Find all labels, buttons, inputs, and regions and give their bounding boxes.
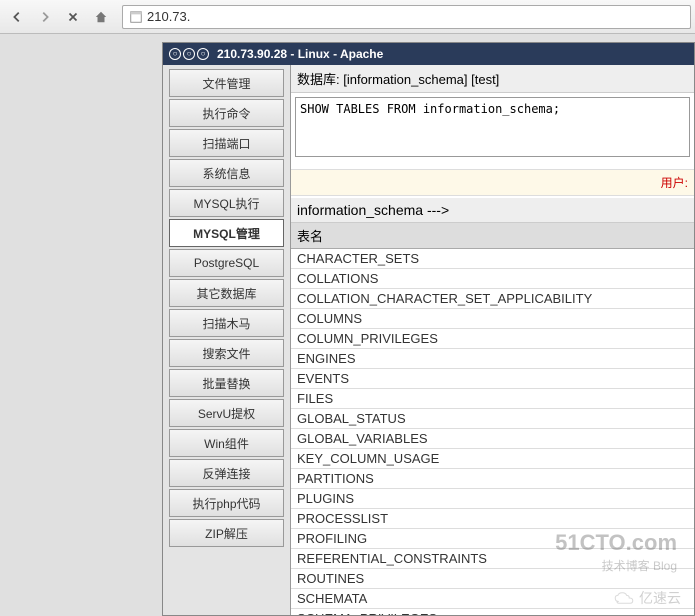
sidebar-item-4[interactable]: MYSQL执行	[169, 189, 284, 217]
table-row[interactable]: CHARACTER_SETS	[291, 249, 694, 269]
forward-button[interactable]	[32, 5, 58, 29]
url-bar[interactable]: 210.73.	[122, 5, 691, 29]
sidebar-item-6[interactable]: PostgreSQL	[169, 249, 284, 277]
table-row[interactable]: PLUGINS	[291, 489, 694, 509]
watermark-51cto: 51CTO.com	[555, 530, 677, 556]
table-row[interactable]: EVENTS	[291, 369, 694, 389]
table-row[interactable]: COLLATION_CHARACTER_SET_APPLICABILITY	[291, 289, 694, 309]
database-header: 数据库: [information_schema] [test]	[291, 65, 694, 93]
schema-header: information_schema --->	[291, 198, 694, 223]
table-row[interactable]: COLUMN_PRIVILEGES	[291, 329, 694, 349]
table-row[interactable]: COLUMNS	[291, 309, 694, 329]
sidebar-item-3[interactable]: 系统信息	[169, 159, 284, 187]
stop-button[interactable]	[60, 5, 86, 29]
watermark-yisu: 亿速云	[613, 588, 681, 608]
sidebar-item-8[interactable]: 扫描木马	[169, 309, 284, 337]
window-min-icon[interactable]: ○	[183, 48, 195, 60]
window-close-icon[interactable]: ○	[169, 48, 181, 60]
sidebar-item-7[interactable]: 其它数据库	[169, 279, 284, 307]
sidebar-item-9[interactable]: 搜索文件	[169, 339, 284, 367]
table-row[interactable]: GLOBAL_STATUS	[291, 409, 694, 429]
watermark-51cto-sub: 技术博客 Blog	[602, 557, 677, 574]
page-icon	[129, 10, 143, 24]
table-row[interactable]: GLOBAL_VARIABLES	[291, 429, 694, 449]
window-max-icon[interactable]: ○	[197, 48, 209, 60]
sidebar-item-5[interactable]: MYSQL管理	[169, 219, 284, 247]
sidebar-item-15[interactable]: ZIP解压	[169, 519, 284, 547]
table-row[interactable]: PARTITIONS	[291, 469, 694, 489]
sidebar-item-12[interactable]: Win组件	[169, 429, 284, 457]
sidebar-item-1[interactable]: 执行命令	[169, 99, 284, 127]
table-row[interactable]: PROCESSLIST	[291, 509, 694, 529]
sidebar-item-14[interactable]: 执行php代码	[169, 489, 284, 517]
sidebar-item-11[interactable]: ServU提权	[169, 399, 284, 427]
sidebar-item-13[interactable]: 反弹连接	[169, 459, 284, 487]
table-row[interactable]: ENGINES	[291, 349, 694, 369]
table-row[interactable]: COLLATIONS	[291, 269, 694, 289]
window-title: 210.73.90.28 - Linux - Apache	[217, 47, 383, 61]
back-button[interactable]	[4, 5, 30, 29]
table-row[interactable]: KEY_COLUMN_USAGE	[291, 449, 694, 469]
window-controls: ○ ○ ○	[169, 48, 209, 60]
table-row[interactable]: FILES	[291, 389, 694, 409]
home-button[interactable]	[88, 5, 114, 29]
table-row[interactable]: SCHEMA_PRIVILEGES	[291, 609, 694, 615]
browser-toolbar: 210.73.	[0, 0, 695, 34]
sidebar: 文件管理执行命令扫描端口系统信息MYSQL执行MYSQL管理PostgreSQL…	[163, 65, 291, 615]
cloud-icon	[613, 591, 635, 605]
sidebar-item-10[interactable]: 批量替换	[169, 369, 284, 397]
window-header: ○ ○ ○ 210.73.90.28 - Linux - Apache	[163, 43, 694, 65]
url-text: 210.73.	[147, 9, 190, 24]
query-box[interactable]: SHOW TABLES FROM information_schema;	[295, 97, 690, 157]
sidebar-item-0[interactable]: 文件管理	[169, 69, 284, 97]
user-bar: 用户:	[291, 169, 694, 196]
sidebar-item-2[interactable]: 扫描端口	[169, 129, 284, 157]
table-column-header: 表名	[291, 223, 694, 249]
